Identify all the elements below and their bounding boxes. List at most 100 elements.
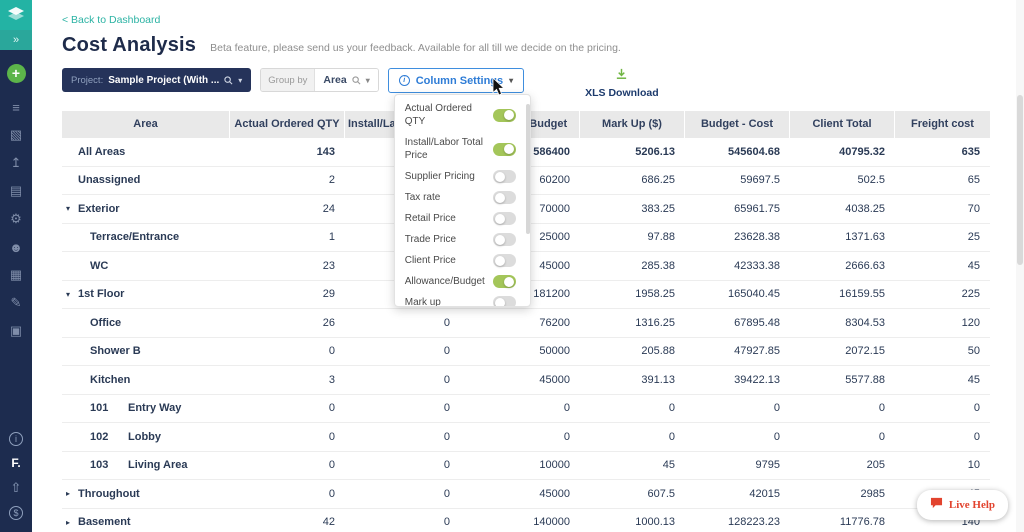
paint-roller-icon[interactable]: ▧ [0,121,32,149]
budget-cost-cell: 9795 [685,452,790,480]
column-toggle-item[interactable]: Retail Price [395,208,530,229]
budget-cost-cell: 0 [685,395,790,423]
install-labor-cell: 0 [345,309,460,337]
column-settings-button[interactable]: i Column Settings ▾ [388,68,524,93]
column-toggle-label: Mark up [405,296,441,307]
back-to-dashboard-link[interactable]: < Back to Dashboard [62,14,160,26]
expand-collapse-arrow-icon[interactable]: ▸ [66,489,77,498]
toggle-switch[interactable] [493,275,516,288]
toggle-switch[interactable] [493,170,516,183]
client-total-cell: 5577.88 [790,366,895,394]
xls-download-button[interactable]: XLS Download [585,68,659,99]
actual-ordered-qty-cell: 1 [230,224,345,252]
column-toggle-item[interactable]: Trade Price [395,229,530,250]
client-total-cell: 2985 [790,480,895,508]
column-toggle-item[interactable]: Install/Labor Total Price [395,132,530,166]
products-icon[interactable]: ▣ [0,317,32,345]
app-logo[interactable] [0,0,32,30]
area-name: Living Area [128,459,188,471]
area-cell: ▾ Exterior [62,195,230,223]
chevron-down-icon: ▾ [366,76,370,85]
mark-up-cell: 1000.13 [580,509,685,532]
column-toggle-item[interactable]: Client Price [395,250,530,271]
mark-up-cell: 383.25 [580,195,685,223]
budget-cost-cell: 0 [685,423,790,451]
toggle-switch[interactable] [493,191,516,204]
client-total-cell: 40795.32 [790,138,895,166]
budget-cost-cell: 59697.5 [685,167,790,195]
download-icon [615,68,628,86]
actual-ordered-qty-cell: 0 [230,480,345,508]
chevron-down-icon: ▾ [238,76,242,85]
budget-cost-cell: 65961.75 [685,195,790,223]
area-name: All Areas [78,146,125,158]
fohlio-logo[interactable]: F. [11,456,20,470]
mark-up-cell: 205.88 [580,338,685,366]
icon-glyph: ▧ [10,127,22,143]
menu-icon[interactable]: ≡ [0,93,32,121]
toggle-switch[interactable] [493,212,516,225]
project-selector[interactable]: Project: Sample Project (With ... ▾ [62,68,251,92]
column-header: Area [62,111,230,138]
toggle-knob [504,144,514,154]
title-row: Cost Analysis Beta feature, please send … [62,34,1024,57]
billing-dollar-icon[interactable]: $ [9,506,23,520]
column-toggle-item[interactable]: Supplier Pricing [395,166,530,187]
toggle-switch[interactable] [493,233,516,246]
edit-icon[interactable]: ✎ [0,289,32,317]
column-toggle-item[interactable]: Allowance/Budget [395,271,530,292]
mark-up-cell: 285.38 [580,252,685,280]
icon-glyph: ▣ [10,323,22,339]
area-name: Unassigned [78,174,140,186]
allowance-budget-cell: 10000 [460,452,580,480]
team-icon[interactable]: ☻ [0,233,32,261]
icon-glyph: ⚙ [10,211,22,227]
column-header: Budget - Cost [685,111,790,138]
page-title: Cost Analysis [62,34,196,57]
actual-ordered-qty-cell: 42 [230,509,345,532]
column-toggle-item[interactable]: Tax rate [395,187,530,208]
share-icon[interactable]: ⇧ [11,480,22,496]
documents-icon[interactable]: ▤ [0,177,32,205]
export-icon[interactable]: ↥ [0,149,32,177]
group-by-label: Group by [261,69,314,91]
toggle-knob [504,277,514,287]
area-name: Office [90,317,121,329]
page-scrollbar-track [1016,0,1024,532]
group-by-selector[interactable]: Group by Area ▾ [260,68,378,92]
toggle-switch[interactable] [493,296,516,307]
budget-cost-cell: 545604.68 [685,138,790,166]
expand-collapse-arrow-icon[interactable]: ▾ [66,204,77,213]
icon-glyph: ✎ [11,295,22,311]
media-icon[interactable]: ▦ [0,261,32,289]
column-header: Actual Ordered QTY [230,111,345,138]
toggle-switch[interactable] [493,109,516,122]
group-by-current: Area [323,74,346,86]
room-number: 102 [90,431,128,443]
page-scrollbar-thumb[interactable] [1017,95,1023,265]
column-toggle-item[interactable]: Mark up [395,292,530,307]
expand-collapse-arrow-icon[interactable]: ▸ [66,518,77,527]
area-cell: 102 Lobby [62,423,230,451]
add-button[interactable]: + [7,64,26,83]
toggle-switch[interactable] [493,143,516,156]
budget-cost-cell: 42333.38 [685,252,790,280]
allowance-budget-cell: 0 [460,395,580,423]
actual-ordered-qty-cell: 23 [230,252,345,280]
sidebar-expand-chevrons-icon[interactable]: » [0,30,32,50]
info-icon[interactable]: i [9,432,23,446]
live-help-button[interactable]: Live Help [917,490,1008,520]
icon-glyph: ▦ [10,267,22,283]
budget-cost-cell: 128223.23 [685,509,790,532]
info-icon: i [399,75,410,86]
settings-gear-icon[interactable]: ⚙ [0,205,32,233]
main-content: < Back to Dashboard Cost Analysis Beta f… [32,0,1024,532]
area-name: Exterior [78,203,120,215]
column-toggle-item[interactable]: Actual Ordered QTY [395,98,530,132]
expand-collapse-arrow-icon[interactable]: ▾ [66,290,77,299]
actual-ordered-qty-cell: 0 [230,423,345,451]
toggle-switch[interactable] [493,254,516,267]
install-labor-cell: 0 [345,338,460,366]
column-settings-wrap: i Column Settings ▾ Actual Ordered QTY [388,68,524,93]
column-header: Client Total [790,111,895,138]
